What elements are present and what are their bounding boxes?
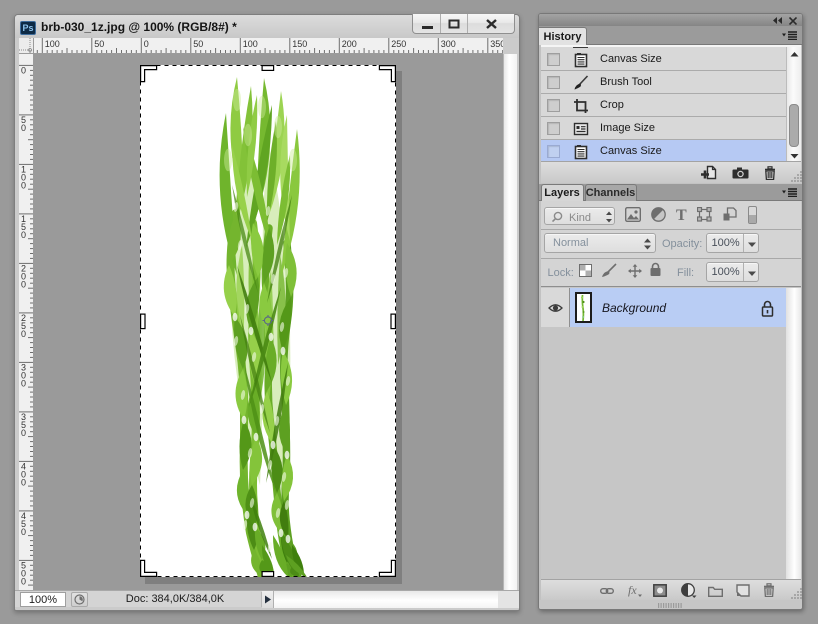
svg-text:0: 0 [21,428,26,438]
svg-text:50: 50 [193,39,203,49]
svg-text:100: 100 [243,39,258,49]
svg-text:0: 0 [21,477,26,487]
svg-text:T: T [676,207,687,222]
svg-text:300: 300 [441,39,456,49]
svg-text:0: 0 [21,65,26,75]
svg-text:0: 0 [21,180,26,190]
svg-text:100: 100 [45,39,60,49]
svg-text:Kind: Kind [569,212,591,224]
svg-text:0: 0 [21,230,26,240]
svg-text:0: 0 [144,39,149,49]
svg-text:50: 50 [94,39,104,49]
svg-text:0: 0 [21,329,26,339]
svg-text:150: 150 [292,39,307,49]
svg-text:0: 0 [21,378,26,388]
svg-text:250: 250 [391,39,406,49]
svg-text:0: 0 [21,123,26,133]
svg-text:0: 0 [21,527,26,537]
svg-text:0: 0 [21,279,26,289]
svg-text:0: 0 [21,576,26,586]
svg-text:fx: fx [628,584,637,597]
svg-text:350: 350 [490,39,503,49]
svg-text:200: 200 [342,39,357,49]
